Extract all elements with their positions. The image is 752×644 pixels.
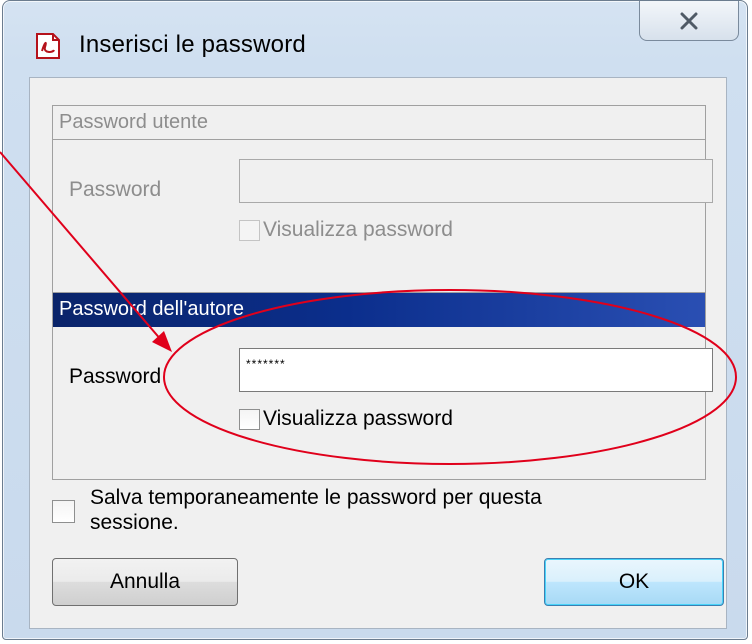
- close-icon: [680, 12, 698, 29]
- author-password-input[interactable]: *******: [239, 348, 713, 392]
- save-session-label: Salva temporaneamente le password per qu…: [90, 485, 542, 535]
- password-dialog: Inserisci le password Password utente Pa…: [2, 0, 748, 640]
- user-password-label: Password: [69, 178, 162, 201]
- author-password-header: Password dell'autore: [53, 293, 705, 327]
- user-password-header: Password utente: [53, 106, 705, 140]
- save-session-checkbox[interactable]: [52, 500, 75, 523]
- user-password-input[interactable]: [239, 159, 713, 203]
- user-show-password-checkbox[interactable]: [239, 220, 260, 241]
- user-show-password-label: Visualizza password: [263, 218, 453, 241]
- author-show-password-label: Visualizza password: [263, 407, 453, 430]
- cancel-button[interactable]: Annulla: [52, 558, 238, 606]
- save-session-label-line2: sessione.: [90, 511, 179, 534]
- author-password-group: Password dell'autore Password ******* Vi…: [52, 292, 713, 480]
- user-password-group: Password utente Password Visualizza pass…: [52, 105, 713, 293]
- close-button[interactable]: [639, 1, 739, 41]
- author-password-label: Password: [69, 365, 162, 388]
- author-show-password-checkbox[interactable]: [239, 409, 260, 430]
- dialog-title: Inserisci le password: [79, 31, 306, 58]
- save-session-label-line1: Salva temporaneamente le password per qu…: [90, 486, 542, 509]
- pdf-document-icon: [36, 33, 60, 59]
- dialog-client-area: Password utente Password Visualizza pass…: [29, 77, 727, 629]
- ok-button[interactable]: OK: [544, 558, 724, 606]
